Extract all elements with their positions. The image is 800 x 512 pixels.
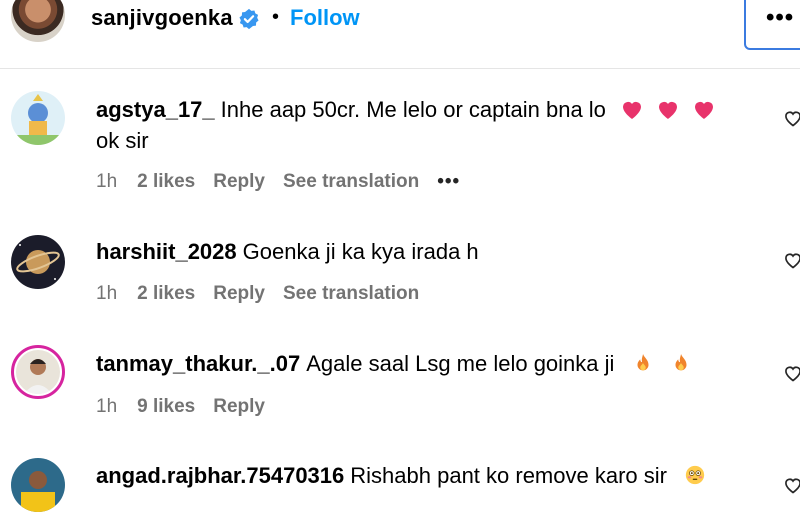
comment-meta: 1h 2 likes Reply See translation •••: [96, 171, 478, 193]
heart-icon: [659, 101, 678, 119]
krishna-avatar-icon: [11, 91, 65, 145]
person-avatar-icon: [16, 350, 60, 394]
see-translation-button[interactable]: See translation: [283, 283, 419, 305]
reply-button[interactable]: Reply: [213, 283, 265, 305]
comment-username[interactable]: harshiit_2028: [96, 239, 237, 264]
post-header: sanjivgoenka • Follow •••: [0, 0, 800, 68]
avatar[interactable]: [11, 458, 65, 512]
likes-count[interactable]: 2 likes: [137, 283, 195, 305]
header-divider: [0, 68, 800, 69]
like-heart-icon[interactable]: [783, 475, 800, 495]
reply-button[interactable]: Reply: [213, 171, 265, 193]
comment-text: Inhe aap 50cr. Me lelo or captain bna lo: [220, 97, 606, 122]
planet-avatar-icon: [11, 235, 65, 289]
comment-text: Goenka ji ka kya irada h: [242, 239, 479, 264]
avatar[interactable]: [11, 91, 65, 145]
comment-meta: 1h 9 likes Reply: [96, 396, 283, 418]
heart-icon: [695, 101, 714, 119]
comment-meta: 1h 2 likes Reply See translation: [96, 283, 437, 305]
verified-badge-icon: [239, 8, 259, 30]
likes-count[interactable]: 9 likes: [137, 396, 195, 418]
comment-username[interactable]: tanmay_thakur._.07: [96, 351, 300, 376]
comment-text: Agale saal Lsg me lelo goinka ji: [306, 351, 615, 376]
see-translation-button[interactable]: See translation: [283, 171, 419, 193]
comment-time[interactable]: 1h: [96, 396, 117, 418]
comment-username[interactable]: agstya_17_: [96, 97, 215, 122]
reply-button[interactable]: Reply: [213, 396, 265, 418]
person-avatar-icon: [11, 458, 65, 512]
fire-icon: [675, 353, 687, 371]
avatar[interactable]: [11, 235, 65, 289]
comment-username[interactable]: angad.rajbhar.75470316: [96, 463, 344, 488]
comment-more-icon[interactable]: •••: [437, 171, 460, 193]
likes-count[interactable]: 2 likes: [137, 171, 195, 193]
separator-dot: •: [272, 6, 280, 28]
avatar[interactable]: [11, 0, 65, 42]
more-icon: •••: [766, 4, 795, 31]
author-username[interactable]: sanjivgoenka: [91, 5, 233, 31]
heart-icon: [623, 101, 642, 119]
more-options-button[interactable]: •••: [744, 0, 800, 50]
comment-text-continued: ok sir: [96, 128, 149, 153]
like-heart-icon[interactable]: [783, 363, 800, 383]
follow-button[interactable]: Follow: [290, 5, 360, 31]
like-heart-icon[interactable]: [783, 108, 800, 128]
like-heart-icon[interactable]: [783, 250, 800, 270]
avatar[interactable]: [11, 345, 65, 399]
fire-icon: [637, 353, 649, 371]
comment-time[interactable]: 1h: [96, 171, 117, 193]
comment-time[interactable]: 1h: [96, 283, 117, 305]
comment-text: Rishabh pant ko remove karo sir: [350, 463, 667, 488]
flushed-face-icon: [685, 465, 705, 485]
